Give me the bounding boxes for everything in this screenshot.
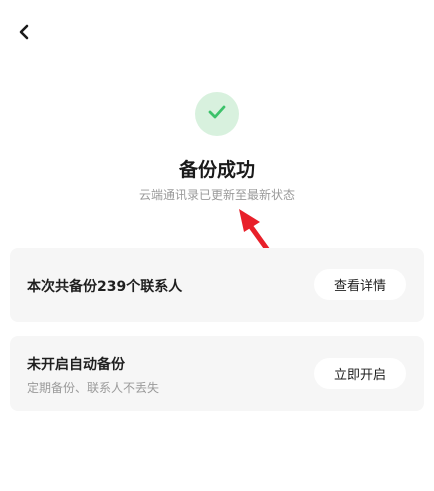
page-title: 备份成功 bbox=[178, 159, 255, 181]
backup-summary-card: 本次共备份239个联系人 查看详情 bbox=[10, 248, 424, 322]
back-button[interactable] bbox=[10, 20, 38, 48]
enable-now-button[interactable]: 立即开启 bbox=[314, 358, 406, 389]
status-subtitle: 云端通讯录已更新至最新状态 bbox=[138, 188, 295, 202]
view-details-button[interactable]: 查看详情 bbox=[314, 269, 406, 300]
checkmark-icon bbox=[207, 104, 227, 124]
auto-backup-subtitle: 定期备份、联系人不丢失 bbox=[27, 381, 160, 395]
backup-count-text: 本次共备份239个联系人 bbox=[27, 279, 183, 295]
auto-backup-title: 未开启自动备份 bbox=[27, 357, 125, 373]
success-badge bbox=[195, 92, 239, 136]
chevron-left-icon bbox=[17, 24, 31, 44]
auto-backup-card: 未开启自动备份 定期备份、联系人不丢失 立即开启 bbox=[10, 336, 424, 411]
